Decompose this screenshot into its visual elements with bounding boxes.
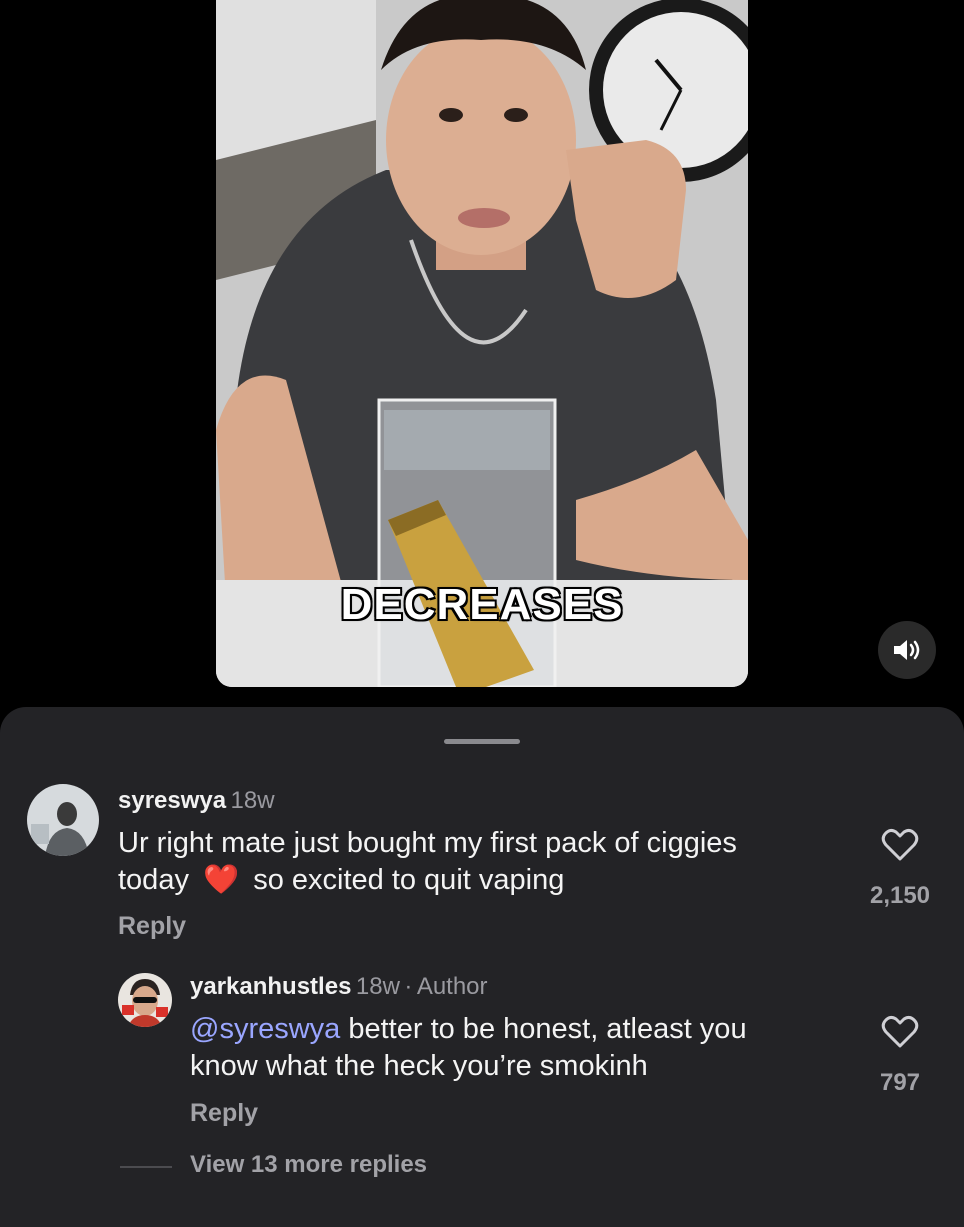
reply-button[interactable]: Reply [118,912,186,941]
comments-sheet: syreswya 18w Ur right mate just bought m… [0,707,964,1227]
comment-text-part: so excited to quit vaping [253,864,565,896]
avatar[interactable] [118,973,172,1027]
sound-toggle-button[interactable] [878,621,936,679]
heart-icon[interactable] [880,1012,920,1052]
comment-text-part: today [118,864,189,896]
comment-text: Ur right mate just bought my first pack … [118,825,737,899]
view-more-replies-button[interactable]: View 13 more replies [190,1151,427,1179]
comment-text-line: @syreswya better to be honest, atleast y… [190,1011,747,1048]
comment-username[interactable]: yarkanhustles [190,973,351,1000]
comment-text-line: Ur right mate just bought my first pack … [118,827,737,859]
heart-icon[interactable] [880,825,920,865]
mention-link[interactable]: @syreswya [190,1013,340,1045]
heart-emoji: ❤️ [203,864,240,896]
video-caption: DECREASES [340,580,624,629]
meta-separator: · [404,973,413,1000]
video-player[interactable]: DECREASES [216,0,748,687]
avatar[interactable] [27,784,99,856]
comment-text-line: know what the heck you’re smokinh [190,1050,648,1082]
comment-age: 18w [230,787,275,814]
like-count: 2,150 [869,882,931,909]
comment-text-line: today ❤️ so excited to quit vaping [118,862,737,899]
view-more-divider [120,1166,172,1168]
reply-button[interactable]: Reply [190,1099,258,1128]
like-count: 797 [879,1069,921,1096]
speaker-icon [894,640,920,660]
comment-text: @syreswya better to be honest, atleast y… [190,1011,747,1085]
comment-text-part: better to be honest, atleast you [340,1013,747,1045]
comment-age: 18w [355,973,400,1000]
avatar-image [27,784,99,856]
avatar-image [118,973,172,1027]
sheet-drag-handle[interactable] [444,739,520,744]
comment-username[interactable]: syreswya [118,787,226,814]
author-badge: Author [416,973,488,1000]
